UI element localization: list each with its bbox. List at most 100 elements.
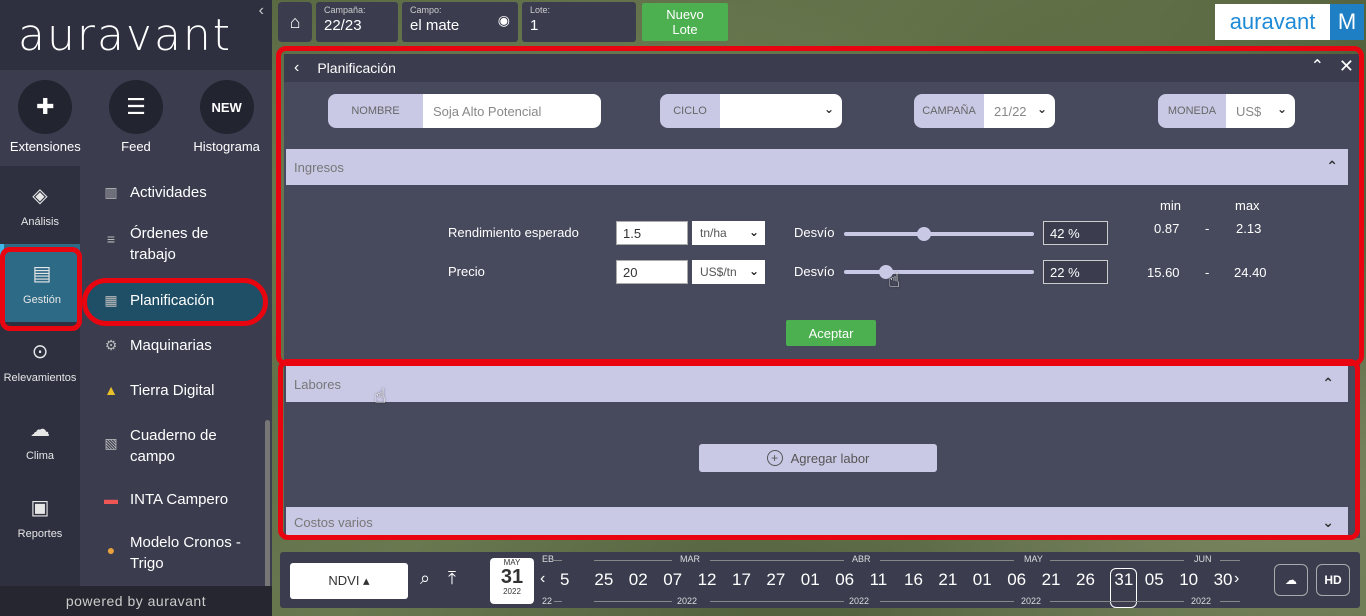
nuevo-lote-button[interactable]: Nuevo Lote <box>642 3 728 41</box>
timeline-date[interactable]: 05 <box>1145 570 1164 590</box>
agregar-labor-button[interactable]: + Agregar labor <box>699 444 937 472</box>
precio-desvio-slider[interactable] <box>844 265 1034 279</box>
triangle-icon: ▲ <box>104 382 118 398</box>
timeline-date[interactable]: 17 <box>732 570 751 590</box>
menu-item-actividades[interactable]: ▥ Actividades <box>80 174 272 211</box>
timeline-divider <box>764 560 844 561</box>
timeline-date[interactable]: 31 <box>1110 568 1138 608</box>
selector-value: el mate <box>410 17 460 34</box>
eye-icon[interactable]: ◉ <box>498 12 510 29</box>
timeline-divider <box>934 601 1014 602</box>
back-icon[interactable]: ‹ <box>294 59 299 77</box>
timeline-date[interactable]: 10 <box>1179 570 1198 590</box>
layer-select[interactable]: NDVI ▴ <box>290 563 408 599</box>
rendimiento-input[interactable]: 1.5 <box>616 221 688 245</box>
ingresos-section-header[interactable]: Ingresos ⌃ <box>286 149 1348 185</box>
timeline-date[interactable]: 16 <box>904 570 923 590</box>
hand-cursor-icon: ☝ <box>374 386 387 408</box>
hd-button[interactable]: HD <box>1316 564 1350 596</box>
timeline-date[interactable]: 30 <box>1214 570 1233 590</box>
campo-selector[interactable]: Campo: el mate ◉ <box>402 2 518 42</box>
moneda-field[interactable]: MONEDA US$ ⌄ <box>1158 94 1295 128</box>
cloud-icon: ☁ <box>30 418 50 441</box>
nombre-field[interactable]: NOMBRE Soja Alto Potencial <box>328 94 601 128</box>
nombre-input[interactable]: Soja Alto Potencial <box>423 94 601 128</box>
menu-item-cuaderno[interactable]: ▧ Cuaderno de campo <box>80 417 272 475</box>
upload-icon[interactable]: ⤒ <box>448 568 456 589</box>
menu-item-maquinarias[interactable]: ⚙ Maquinarias <box>80 327 272 364</box>
aceptar-button[interactable]: Aceptar <box>786 320 876 346</box>
rendimiento-desvio-slider[interactable] <box>844 227 1034 241</box>
select-value: US$ <box>1236 103 1262 119</box>
cal-year: 2022 <box>503 587 521 596</box>
stack-icon: ≡ <box>106 231 116 247</box>
precio-unit-select[interactable]: US$/tn ⌄ <box>692 260 765 284</box>
brand-logo: auravant <box>1215 4 1330 40</box>
home-button[interactable]: ⌂ <box>278 2 312 42</box>
precio-input[interactable]: 20 <box>616 260 688 284</box>
moneda-select[interactable]: US$ ⌄ <box>1226 94 1295 128</box>
timeline-date[interactable]: 06 <box>1007 570 1026 590</box>
rail-item-clima[interactable]: ☁ Clima <box>0 400 80 478</box>
menu-label: Tierra Digital <box>130 382 215 399</box>
timeline-date[interactable]: 27 <box>766 570 785 590</box>
menu-item-cronos[interactable]: ● Modelo Cronos - Trigo <box>80 524 272 582</box>
current-date-badge[interactable]: MAY 31 2022 <box>490 558 534 604</box>
app-shortcuts: ✚ Extensiones ☰ Feed NEW Histograma <box>0 70 272 166</box>
menu-label: Modelo Cronos - Trigo <box>130 534 241 572</box>
menu-item-inta[interactable]: ▬ INTA Campero <box>80 481 272 518</box>
timeline-date[interactable]: 01 <box>801 570 820 590</box>
timeline-date[interactable]: 12 <box>698 570 717 590</box>
timeline-divider <box>1220 560 1240 561</box>
menu-item-ordenes[interactable]: ≡ Órdenes de trabajo <box>80 215 272 273</box>
ciclo-select[interactable]: ⌄ <box>720 94 842 128</box>
app-extensiones[interactable]: ✚ Extensiones <box>0 80 90 154</box>
search-icon[interactable]: ⌕ <box>420 568 430 589</box>
timeline-date[interactable]: 07 <box>663 570 682 590</box>
rail-item-gestion[interactable]: ▤ Gestión <box>0 244 80 322</box>
selector-value: 22/23 <box>324 17 362 34</box>
collapse-sidebar-icon[interactable]: ‹ <box>259 2 264 20</box>
section-title: Labores <box>294 376 341 392</box>
rendimiento-unit-select[interactable]: tn/ha ⌄ <box>692 221 765 245</box>
chevron-down-icon: ⌄ <box>748 225 759 239</box>
labores-section-header[interactable]: Labores ⌃ <box>286 366 1348 402</box>
timeline-date[interactable]: 21 <box>938 570 957 590</box>
close-icon[interactable]: ✕ <box>1339 56 1354 77</box>
timeline-date[interactable]: 5 <box>560 570 569 590</box>
rendimiento-desvio-input[interactable]: 42 % <box>1043 221 1108 245</box>
timeline-date[interactable]: 02 <box>629 570 648 590</box>
next-dates-icon[interactable]: › <box>1234 570 1239 588</box>
lote-selector[interactable]: Lote: 1 <box>522 2 636 42</box>
timeline-date[interactable]: 11 <box>870 570 888 590</box>
rail-item-relevamientos[interactable]: ⊙ Relevamientos <box>0 322 80 400</box>
timeline-divider <box>1106 601 1184 602</box>
chevron-up-icon: ⌃ <box>1326 158 1338 174</box>
campana-field[interactable]: CAMPAÑA 21/22 ⌄ <box>914 94 1055 128</box>
timeline-date[interactable]: 21 <box>1042 570 1061 590</box>
menu-item-tierra-digital[interactable]: ▲ Tierra Digital <box>80 372 272 409</box>
ciclo-field[interactable]: CICLO ⌄ <box>660 94 842 128</box>
precio-desvio-input[interactable]: 22 % <box>1043 260 1108 284</box>
costos-section-header[interactable]: Costos varios ⌄ <box>286 507 1348 538</box>
chevron-down-icon: ⌄ <box>1036 102 1047 116</box>
rail-item-analisis[interactable]: ◈ Análisis <box>0 166 80 244</box>
timeline-date[interactable]: 06 <box>835 570 854 590</box>
campana-selector[interactable]: Campaña: 22/23 <box>316 2 398 42</box>
menu-item-planificacion[interactable]: ▦ Planificación <box>86 279 266 321</box>
menu-label: Planificación <box>130 291 215 309</box>
campana-select[interactable]: 21/22 ⌄ <box>984 94 1055 128</box>
user-avatar[interactable]: M <box>1330 4 1364 40</box>
minimize-icon[interactable]: ⌃ <box>1311 56 1324 76</box>
rail-item-reportes[interactable]: ▣ Reportes <box>0 478 80 556</box>
timeline-date[interactable]: 01 <box>973 570 992 590</box>
app-feed[interactable]: ☰ Feed <box>91 80 181 154</box>
slider-thumb[interactable] <box>916 227 931 241</box>
menu-label: Maquinarias <box>130 337 212 354</box>
app-histograma[interactable]: NEW Histograma <box>182 80 272 154</box>
cloud-off-button[interactable]: ☁ <box>1274 564 1308 596</box>
menu-scrollbar[interactable] <box>265 420 270 586</box>
timeline-date[interactable]: 25 <box>594 570 613 590</box>
timeline-month: MAY <box>1024 554 1043 564</box>
timeline-date[interactable]: 26 <box>1076 570 1095 590</box>
